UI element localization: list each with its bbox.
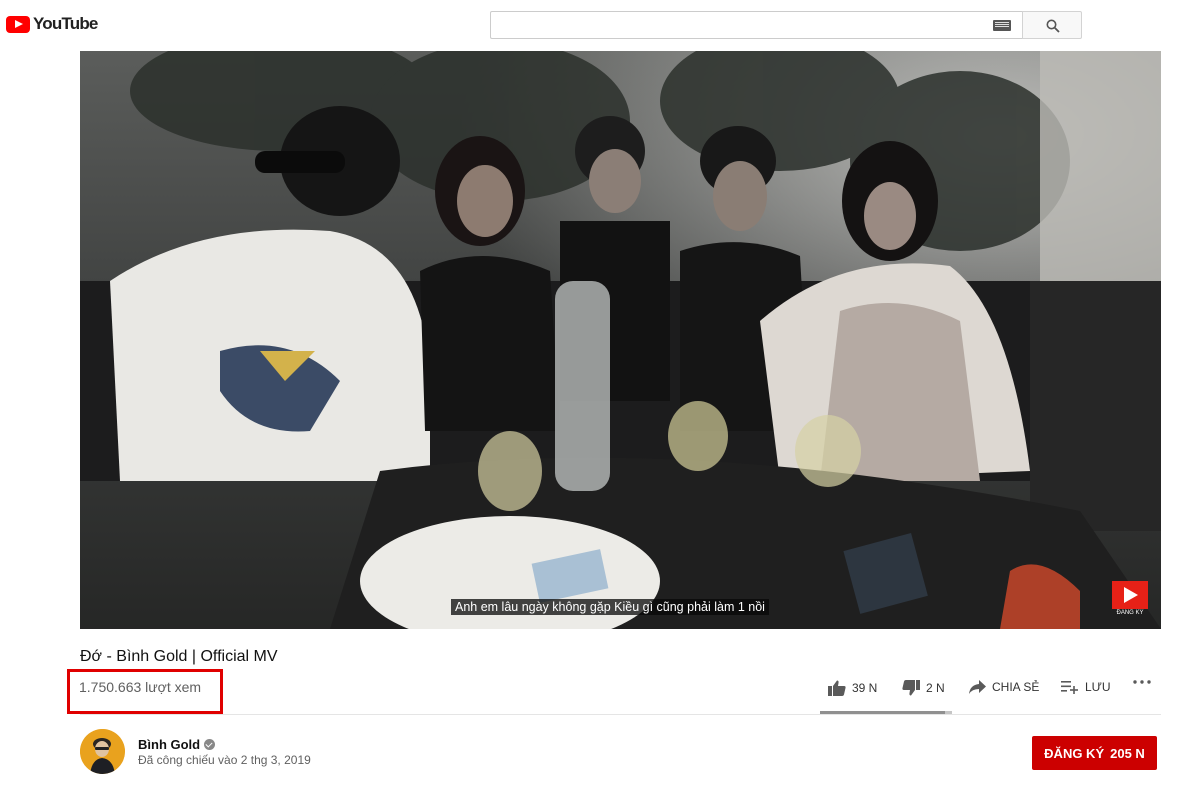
channel-name: Bình Gold <box>138 737 201 752</box>
dislike-button[interactable]: 2 N <box>902 680 945 696</box>
search-input[interactable] <box>490 11 1023 39</box>
playlist-add-icon <box>1061 681 1078 694</box>
publish-date: Đã công chiếu vào 2 thg 3, 2019 <box>138 753 311 767</box>
search-icon <box>1046 19 1060 33</box>
subscribe-watermark[interactable]: ĐĂNG KÝ <box>1112 581 1148 619</box>
search-button[interactable] <box>1022 11 1082 39</box>
thumbs-up-icon <box>828 680 846 696</box>
youtube-play-icon <box>6 15 30 33</box>
save-label: LƯU <box>1085 680 1111 694</box>
subtitle-caption: Anh em lâu ngày không gặp Kiều gì cũng p… <box>451 599 769 615</box>
share-arrow-icon <box>969 680 986 694</box>
youtube-logo[interactable]: YouTube <box>6 14 98 34</box>
logo-text: YouTube <box>33 14 98 33</box>
annotation-highlight-box <box>67 669 223 714</box>
avatar-illustration <box>80 729 125 774</box>
thumbs-down-icon <box>902 680 920 696</box>
watermark-label: ĐĂNG KÝ <box>1116 610 1144 616</box>
like-count: 39 N <box>852 681 878 695</box>
dislike-count: 2 N <box>926 681 945 695</box>
verified-check-icon <box>204 739 216 750</box>
more-horiz-icon <box>1133 680 1151 684</box>
share-button[interactable]: CHIA SẺ <box>969 680 1039 694</box>
more-actions-button[interactable] <box>1133 680 1151 684</box>
info-divider <box>80 714 1161 715</box>
subscribe-label: ĐĂNG KÝ <box>1044 745 1105 761</box>
channel-name-link[interactable]: Bình Gold <box>138 737 216 752</box>
video-title: Đớ - Bình Gold | Official MV <box>80 648 278 665</box>
save-button[interactable]: LƯU <box>1061 680 1111 694</box>
video-frame <box>80 51 1161 629</box>
share-label: CHIA SẺ <box>992 680 1040 694</box>
video-player[interactable]: Anh em lâu ngày không gặp Kiều gì cũng p… <box>80 51 1161 629</box>
keyboard-icon[interactable] <box>993 20 1011 31</box>
subscribe-button[interactable]: ĐĂNG KÝ 205 N <box>1032 736 1157 770</box>
masthead: YouTube <box>0 0 1179 51</box>
subscriber-count: 205 N <box>1110 745 1145 761</box>
play-icon <box>1112 581 1148 609</box>
like-button[interactable]: 39 N <box>828 680 877 696</box>
channel-avatar[interactable] <box>80 729 125 774</box>
